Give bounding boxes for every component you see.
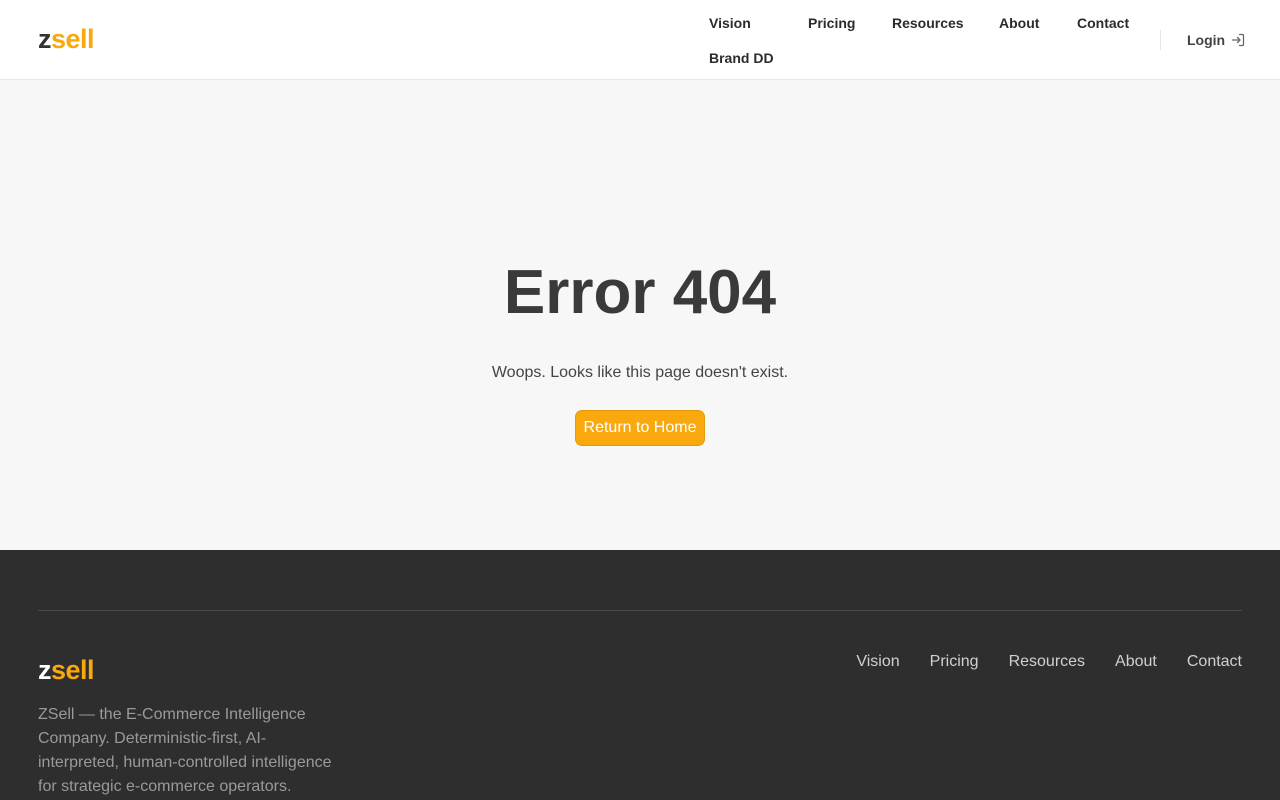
footer-nav-pricing[interactable]: Pricing	[930, 653, 979, 671]
logo[interactable]: zsell	[38, 26, 95, 53]
nav-divider	[1160, 30, 1161, 50]
login-arrow-icon	[1231, 33, 1245, 47]
nav-about[interactable]: About	[999, 15, 1039, 31]
footer-description: ZSell — the E-Commerce Intelligence Comp…	[38, 706, 332, 795]
error-message: Woops. Looks like this page doesn't exis…	[491, 364, 789, 381]
footer-nav-resources[interactable]: Resources	[1009, 653, 1085, 671]
footer-nav-vision[interactable]: Vision	[856, 653, 899, 671]
nav-contact[interactable]: Contact	[1077, 15, 1129, 31]
site-header: zsell Vision Pricing Resources About Con…	[0, 0, 1280, 80]
footer-nav-about[interactable]: About	[1115, 653, 1157, 671]
footer-nav-contact[interactable]: Contact	[1187, 653, 1242, 671]
return-home-button[interactable]: Return to Home	[575, 410, 705, 446]
error-title: Error 404	[503, 258, 777, 327]
nav-vision[interactable]: Vision	[709, 15, 751, 31]
nav-resources[interactable]: Resources	[892, 15, 964, 31]
footer-divider	[38, 610, 1242, 611]
footer-nav: Vision Pricing Resources About Contact	[856, 653, 1242, 671]
main-content: Error 404 Woops. Looks like this page do…	[0, 80, 1280, 550]
login-label: Login	[1187, 32, 1226, 48]
site-footer: zsell ZSell — the E-Commerce Intelligenc…	[0, 550, 1280, 800]
login-button[interactable]: Login	[1187, 32, 1245, 48]
nav-brand-dd[interactable]: Brand DD	[709, 50, 774, 66]
footer-logo[interactable]: zsell	[38, 657, 95, 684]
nav-pricing[interactable]: Pricing	[808, 15, 855, 31]
